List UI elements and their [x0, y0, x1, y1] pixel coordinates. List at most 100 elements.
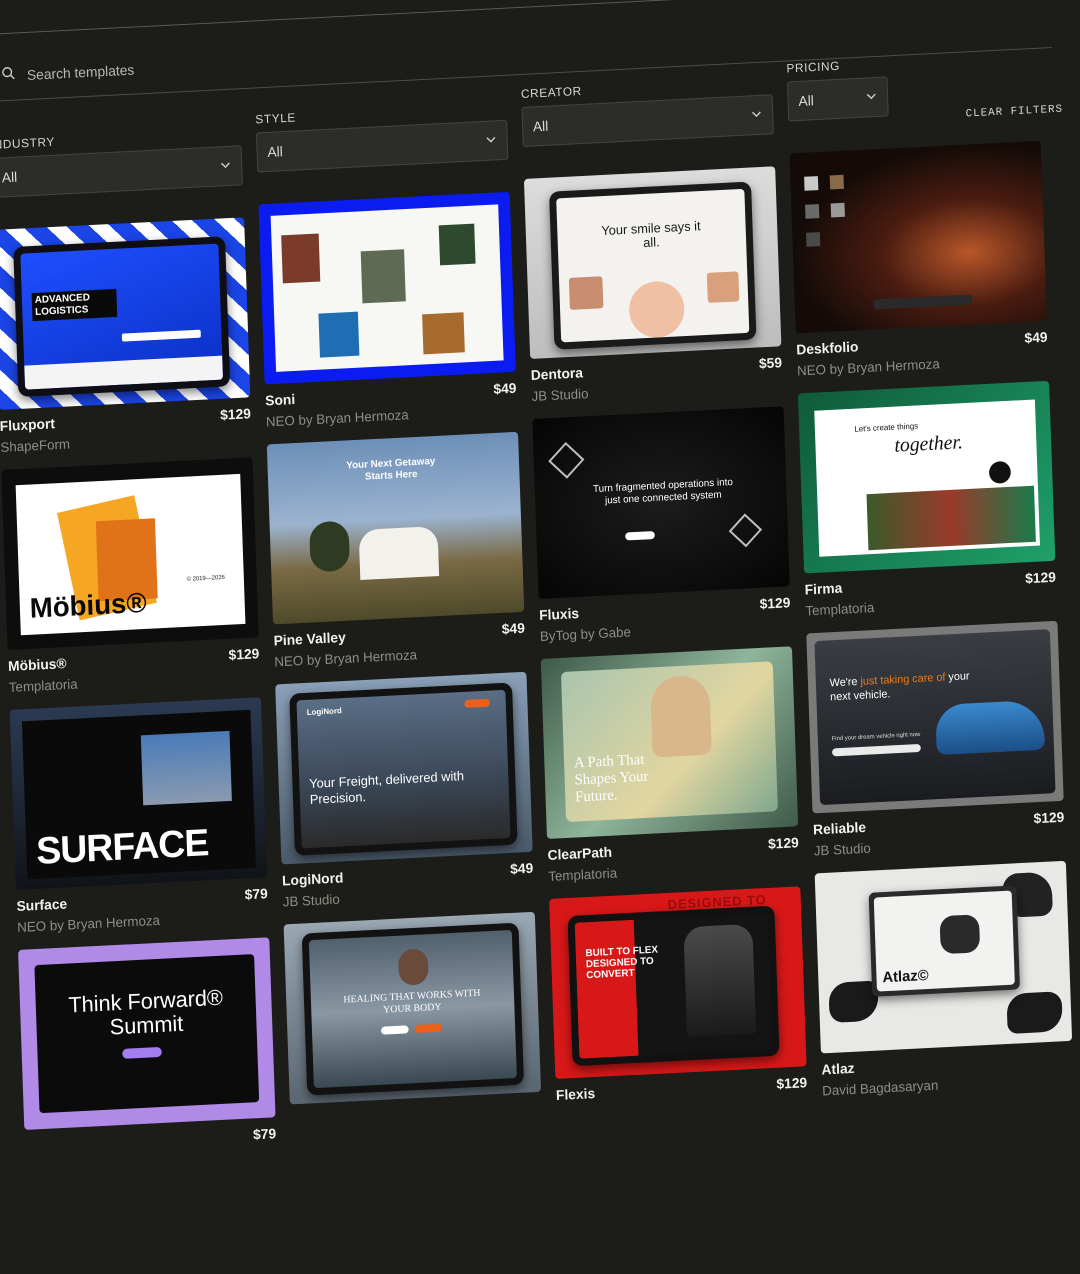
- card-thumbnail[interactable]: Think Forward® Summit: [18, 937, 276, 1130]
- template-card-surface[interactable]: SURFACE Surface $79 NEO by Bryan Hermoza: [9, 697, 269, 942]
- card-name: Fluxis: [538, 604, 580, 623]
- thumbnail-headline: Your Next Getaway Starts Here: [346, 455, 436, 483]
- thumbnail-headline: Your Freight, delivered with Precision.: [308, 768, 465, 807]
- card-thumbnail[interactable]: We're just taking care of your next vehi…: [806, 620, 1064, 814]
- template-card-firma[interactable]: Let's create things together. Firma $129…: [797, 380, 1057, 626]
- card-name: Deskfolio: [796, 338, 859, 358]
- card-name: Pine Valley: [273, 628, 347, 649]
- card-name: ClearPath: [547, 843, 613, 863]
- card-meta: Firma $129 Templatoria: [804, 569, 1057, 626]
- card-thumbnail[interactable]: Your Next Getaway Starts Here: [266, 431, 525, 625]
- card-price: $129: [228, 645, 260, 663]
- pricing-select[interactable]: All: [786, 76, 889, 122]
- card-meta: Pine Valley $49 NEO by Bryan Hermoza: [273, 620, 526, 677]
- template-card-dentora[interactable]: Your smile says it all. Dentora $59 JB S…: [523, 166, 784, 411]
- card-meta: Atlaz David Bagdasaryan: [821, 1049, 1074, 1106]
- creator-select[interactable]: All: [521, 94, 774, 147]
- template-card-pine-valley[interactable]: Your Next Getaway Starts Here Pine Valle…: [266, 431, 526, 677]
- chevron-down-icon: [485, 132, 497, 149]
- template-card-atlaz[interactable]: Atlaz© Atlaz David Bagdasaryan: [814, 860, 1074, 1106]
- card-price: $129: [759, 594, 791, 612]
- thumbnail-headline: BUILT TO FLEX DESIGNED TO CONVERT: [585, 944, 659, 982]
- template-card-mobius[interactable]: Möbius® © 2019—2026 Möbius® $129 Templat…: [1, 457, 260, 702]
- card-meta: Dentora $59 JB Studio: [531, 354, 784, 411]
- thumbnail-headline: Your smile says it all.: [601, 218, 701, 251]
- thumbnail-subheadline: Let's create things: [854, 421, 919, 434]
- template-card-loginord[interactable]: LogiNord Your Freight, delivered with Pr…: [275, 671, 534, 917]
- template-card-flexis[interactable]: DESIGNED TO BUILT TO FLEX DESIGNED TO CO…: [549, 886, 808, 1131]
- card-meta: Deskfolio $49 NEO by Bryan Hermoza: [796, 329, 1049, 386]
- card-meta: Soni $49 NEO by Bryan Hermoza: [265, 380, 518, 437]
- thumbnail-brand: LogiNord: [306, 706, 342, 717]
- card-creator: NEO by Bryan Hermoza: [274, 647, 418, 670]
- thumbnail-headline: together.: [894, 431, 964, 457]
- card-name: Flexis: [555, 1085, 596, 1103]
- card-thumbnail[interactable]: [258, 191, 516, 385]
- card-thumbnail[interactable]: DESIGNED TO BUILT TO FLEX DESIGNED TO CO…: [549, 886, 807, 1079]
- card-thumbnail[interactable]: Let's create things together.: [797, 380, 1056, 574]
- chevron-down-icon: [750, 107, 762, 124]
- card-name: Soni: [264, 390, 296, 409]
- template-card-fluxis[interactable]: Turn fragmented operations into just one…: [532, 406, 791, 651]
- card-price: $129: [219, 405, 252, 423]
- template-card-healing[interactable]: HEALING THAT WORKS WITH YOUR BODY: [283, 911, 543, 1157]
- card-thumbnail[interactable]: HEALING THAT WORKS WITH YOUR BODY: [283, 911, 542, 1105]
- thumbnail-tag: © 2019—2026: [186, 574, 225, 583]
- template-card-think-forward[interactable]: Think Forward® Summit $79: [18, 937, 277, 1182]
- style-select[interactable]: All: [255, 119, 509, 173]
- template-card-clearpath[interactable]: A Path That Shapes Your Future. ClearPat…: [540, 646, 800, 891]
- card-price: $129: [1024, 568, 1057, 587]
- card-thumbnail[interactable]: Turn fragmented operations into just one…: [532, 406, 790, 599]
- chevron-down-icon: [865, 89, 877, 106]
- card-name: Möbius®: [7, 655, 67, 674]
- card-price: $79: [244, 885, 268, 903]
- card-creator: Templatoria: [548, 865, 618, 884]
- card-thumbnail[interactable]: [789, 140, 1047, 334]
- card-creator: NEO by Bryan Hermoza: [796, 356, 940, 379]
- industry-select[interactable]: All: [0, 145, 243, 198]
- card-thumbnail[interactable]: Möbius® © 2019—2026: [1, 457, 259, 650]
- card-price: $129: [767, 834, 800, 852]
- thumbnail-headline: SURFACE: [35, 822, 210, 873]
- template-card-deskfolio[interactable]: Deskfolio $49 NEO by Bryan Hermoza: [789, 140, 1049, 386]
- card-creator: ShapeForm: [0, 436, 71, 455]
- card-thumbnail[interactable]: Atlaz©: [814, 860, 1073, 1054]
- card-thumbnail[interactable]: A Path That Shapes Your Future.: [540, 646, 799, 839]
- filter-industry: INDUSTRY All: [0, 125, 243, 198]
- card-creator: David Bagdasaryan: [822, 1077, 939, 1099]
- filter-style: STYLE All: [255, 100, 509, 173]
- card-creator: JB Studio: [813, 840, 872, 859]
- card-meta: Surface $79 NEO by Bryan Hermoza: [16, 885, 269, 942]
- template-card-reliable[interactable]: We're just taking care of your next vehi…: [806, 620, 1065, 866]
- filter-pricing: PRICING All: [786, 56, 889, 122]
- clear-filters-button[interactable]: CLEAR FILTERS: [965, 104, 1063, 121]
- card-thumbnail[interactable]: Your smile says it all.: [523, 166, 782, 359]
- card-thumbnail[interactable]: SURFACE: [9, 697, 268, 890]
- card-meta: Möbius® $129 Templatoria: [8, 645, 261, 702]
- template-card-soni[interactable]: Soni $49 NEO by Bryan Hermoza: [258, 191, 518, 437]
- card-price: $129: [1033, 808, 1065, 827]
- thumbnail-headline: Think Forward® Summit: [67, 984, 224, 1040]
- thumbnail-subheadline: Find your dream vehicle right now: [831, 731, 921, 743]
- card-name: LogiNord: [281, 869, 344, 889]
- card-price: $79: [252, 1125, 277, 1143]
- card-name: Firma: [804, 579, 843, 598]
- card-creator: Templatoria: [805, 600, 875, 619]
- filter-creator: CREATOR All: [521, 74, 774, 147]
- card-creator: ByTog by Gabe: [539, 624, 632, 644]
- card-name: Surface: [16, 895, 68, 914]
- card-meta: Fluxport $129 ShapeForm: [0, 405, 252, 462]
- card-thumbnail[interactable]: LogiNord Your Freight, delivered with Pr…: [275, 671, 533, 865]
- card-meta: $79: [25, 1125, 278, 1182]
- card-meta: [290, 1100, 543, 1157]
- card-creator: NEO by Bryan Hermoza: [265, 407, 409, 430]
- card-meta: Fluxis $129 ByTog by Gabe: [539, 594, 792, 651]
- card-price: $49: [509, 859, 534, 877]
- card-price: $129: [776, 1074, 808, 1092]
- card-creator: Templatoria: [8, 676, 78, 695]
- search-input[interactable]: [24, 45, 424, 84]
- thumbnail-headline: HEALING THAT WORKS WITH YOUR BODY: [343, 987, 481, 1016]
- thumbnail-headline: Möbius®: [29, 586, 148, 624]
- card-thumbnail[interactable]: ADVANCED LOGISTICS: [0, 217, 251, 410]
- template-card-fluxport[interactable]: ADVANCED LOGISTICS Fluxport $129 ShapeFo…: [0, 217, 252, 462]
